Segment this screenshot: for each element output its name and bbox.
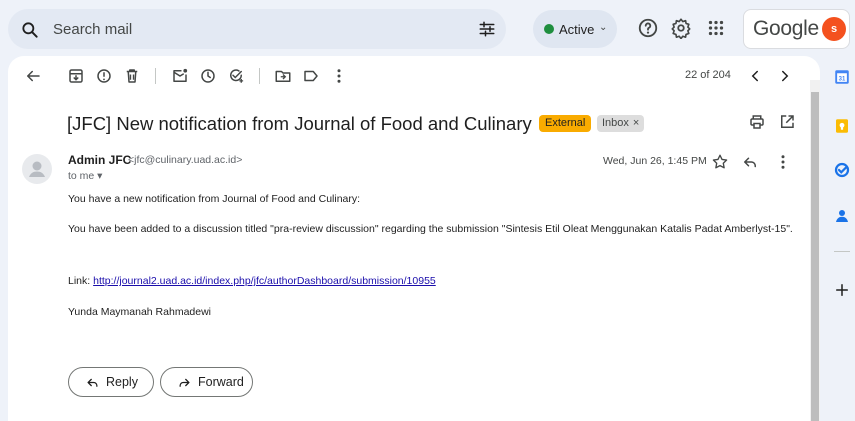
email-link-line: Link: http://journal2.uad.ac.id/index.ph… [68, 274, 808, 288]
mark-unread-icon[interactable] [171, 67, 189, 85]
delete-icon[interactable] [123, 67, 141, 85]
message-count: 22 of 204 [685, 69, 731, 81]
scrollbar-thumb[interactable] [811, 92, 819, 421]
email-view: 22 of 204 [JFC] New notification from Jo… [8, 56, 820, 421]
calendar-icon[interactable]: 31 [833, 68, 851, 86]
avatar[interactable]: s [822, 17, 846, 41]
google-logo: Google [753, 17, 819, 40]
contacts-icon[interactable] [833, 207, 851, 225]
keep-icon[interactable] [833, 117, 851, 135]
snooze-icon[interactable] [199, 67, 217, 85]
add-app-icon[interactable] [833, 281, 851, 299]
reply-icon[interactable] [741, 153, 759, 171]
search-input[interactable]: Search mail [53, 21, 132, 38]
status-label: Active [559, 22, 595, 37]
toolbar-divider [259, 68, 260, 84]
person-icon [29, 161, 45, 177]
open-new-window-icon[interactable] [778, 113, 796, 131]
archive-icon[interactable] [67, 67, 85, 85]
label-inbox: Inbox × [597, 115, 645, 132]
add-task-icon[interactable] [227, 67, 245, 85]
chevron-left-icon[interactable] [746, 67, 764, 85]
search-options-icon[interactable] [478, 20, 496, 38]
label-inbox-text: Inbox [602, 117, 629, 129]
help-icon[interactable] [637, 17, 659, 39]
sender-avatar [22, 154, 52, 184]
print-icon[interactable] [748, 113, 766, 131]
remove-label-icon[interactable]: × [633, 117, 639, 129]
toolbar-divider [155, 68, 156, 84]
search-icon[interactable] [20, 20, 40, 40]
forward-icon [179, 378, 190, 387]
recipient-details[interactable]: to me ▾ [68, 170, 102, 182]
label-external: External [539, 115, 592, 132]
chevron-down-icon: ⌄ [599, 22, 608, 33]
account-button[interactable]: Google s [743, 9, 850, 49]
sender-email: <jfc@culinary.uad.ac.id> [128, 154, 243, 166]
svg-text:31: 31 [839, 76, 846, 82]
status-dot-icon [544, 24, 554, 34]
side-panel-divider [834, 251, 850, 252]
report-spam-icon[interactable] [95, 67, 113, 85]
email-subject: [JFC] New notification from Journal of F… [67, 113, 532, 134]
apps-grid-icon[interactable] [705, 17, 727, 39]
reply-button[interactable]: Reply [68, 367, 154, 397]
email-body-line: You have a new notification from Journal… [68, 193, 361, 205]
star-icon[interactable] [711, 153, 729, 171]
submission-link[interactable]: http://journal2.uad.ac.id/index.php/jfc/… [93, 275, 436, 287]
tasks-icon[interactable] [833, 161, 851, 179]
search-bar[interactable]: Search mail [8, 9, 506, 49]
label-icon[interactable] [302, 67, 320, 85]
forward-button[interactable]: Forward [160, 367, 253, 397]
move-to-icon[interactable] [274, 67, 292, 85]
back-icon[interactable] [24, 67, 42, 85]
top-bar: Search mail Active ⌄ Google s [0, 0, 855, 56]
reply-icon [87, 378, 98, 387]
more-vert-icon[interactable] [774, 153, 792, 171]
reply-label: Reply [106, 375, 138, 389]
status-selector[interactable]: Active ⌄ [533, 10, 617, 48]
forward-label: Forward [198, 375, 244, 389]
more-vert-icon[interactable] [330, 67, 348, 85]
link-prefix: Link: [68, 275, 94, 287]
sender-name: Admin JFC [68, 153, 132, 167]
email-date: Wed, Jun 26, 1:45 PM [603, 155, 707, 167]
email-signature: Yunda Maymanah Rahmadewi [68, 306, 212, 318]
chevron-right-icon[interactable] [776, 67, 794, 85]
email-body-paragraph: You have been added to a discussion titl… [68, 223, 793, 235]
gear-icon[interactable] [670, 17, 692, 39]
